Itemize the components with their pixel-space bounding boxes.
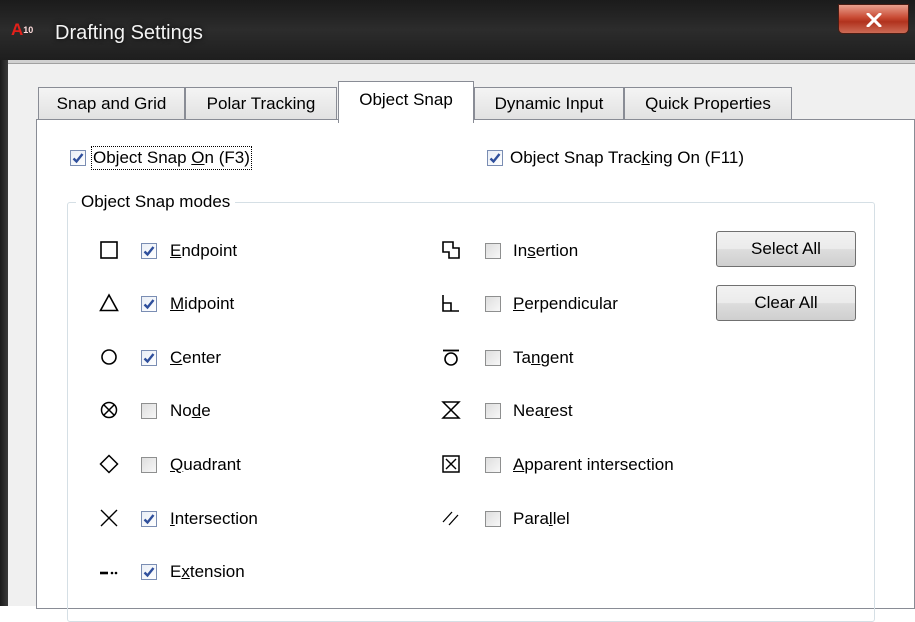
center-checkbox[interactable] (141, 350, 157, 366)
tangent-checkbox[interactable] (485, 350, 501, 366)
nearest-checkbox[interactable] (485, 403, 501, 419)
extension-label[interactable]: Extension (170, 562, 245, 582)
parallel-label[interactable]: Parallel (513, 509, 570, 529)
midpoint-label[interactable]: Midpoint (170, 294, 234, 314)
extension-icon (100, 571, 118, 575)
center-label[interactable]: Center (170, 348, 221, 368)
apparent-intersection-icon (442, 455, 460, 473)
tab-snap-and-grid[interactable]: Snap and Grid (38, 87, 185, 120)
square-icon (100, 241, 118, 259)
circle-icon (101, 349, 117, 365)
perpendicular-label[interactable]: Perpendicular (513, 294, 618, 314)
object-snap-tracking-label[interactable]: Object Snap Tracking On (F11) (510, 148, 744, 168)
tab-polar-tracking[interactable]: Polar Tracking (185, 87, 337, 120)
intersection-checkbox[interactable] (141, 511, 157, 527)
object-snap-on-checkbox[interactable] (70, 150, 86, 166)
select-all-button[interactable]: Select All (716, 231, 856, 267)
tab-dynamic-input[interactable]: Dynamic Input (474, 87, 624, 120)
parallel-icon (442, 511, 459, 526)
quadrant-checkbox[interactable] (141, 457, 157, 473)
object-snap-modes-title: Object Snap modes (76, 191, 236, 213)
window-frame (0, 60, 8, 606)
autocad-app-icon: A10 (11, 20, 34, 39)
object-snap-tracking-checkbox[interactable] (487, 150, 503, 166)
endpoint-checkbox[interactable] (141, 243, 157, 259)
quadrant-label[interactable]: Quadrant (170, 455, 241, 475)
node-label[interactable]: Node (170, 401, 211, 421)
x-icon (100, 509, 118, 527)
insertion-label[interactable]: Insertion (513, 241, 578, 261)
apparent-intersection-checkbox[interactable] (485, 457, 501, 473)
tangent-label[interactable]: Tangent (513, 348, 574, 368)
apparent-intersection-label[interactable]: Apparent intersection (513, 455, 674, 475)
perpendicular-checkbox[interactable] (485, 296, 501, 312)
perpendicular-icon (442, 295, 459, 312)
insertion-checkbox[interactable] (485, 243, 501, 259)
parallel-checkbox[interactable] (485, 511, 501, 527)
title-bar: A10 Drafting Settings (0, 0, 915, 60)
close-icon (866, 13, 882, 27)
tangent-icon (443, 349, 459, 366)
node-checkbox[interactable] (141, 403, 157, 419)
triangle-icon (99, 293, 119, 312)
object-snap-on-label[interactable]: Object Snap On (F3) (91, 146, 252, 170)
midpoint-checkbox[interactable] (141, 296, 157, 312)
tab-object-snap[interactable]: Object Snap (338, 81, 474, 123)
tab-quick-properties[interactable]: Quick Properties (624, 87, 792, 120)
extension-checkbox[interactable] (141, 564, 157, 580)
diamond-icon (99, 454, 119, 474)
window-title: Drafting Settings (55, 22, 203, 44)
clear-all-button[interactable]: Clear All (716, 285, 856, 321)
intersection-label[interactable]: Intersection (170, 509, 258, 529)
nearest-icon (441, 401, 461, 419)
endpoint-label[interactable]: Endpoint (170, 241, 237, 261)
insertion-icon (442, 241, 460, 259)
close-button[interactable] (838, 4, 909, 34)
nearest-label[interactable]: Nearest (513, 401, 573, 421)
node-icon (100, 401, 118, 419)
